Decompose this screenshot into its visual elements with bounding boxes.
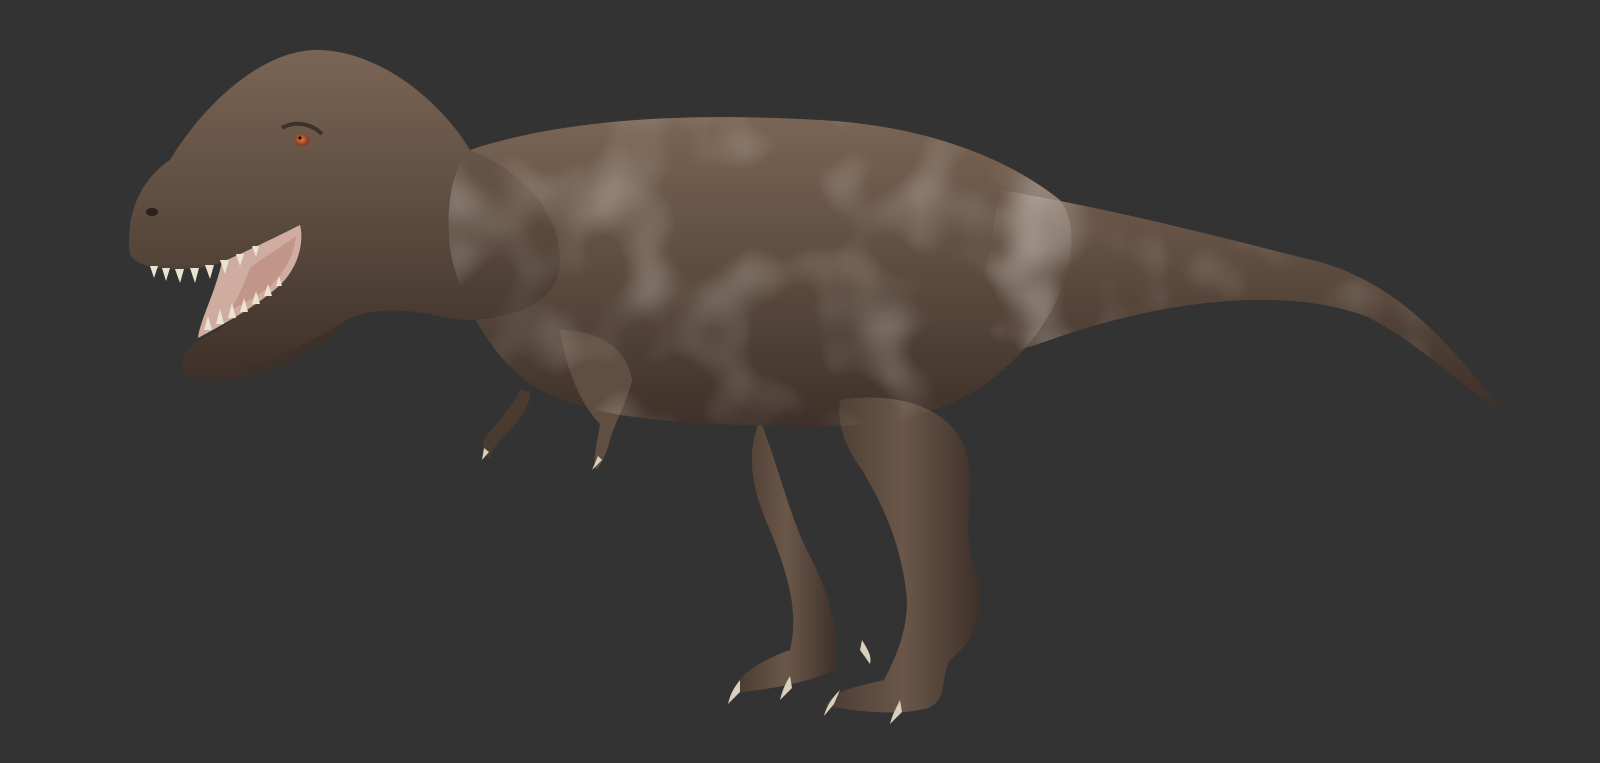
trex-render <box>0 0 1600 763</box>
eye <box>295 134 309 146</box>
nostril <box>146 208 158 216</box>
render-viewport <box>0 0 1600 763</box>
